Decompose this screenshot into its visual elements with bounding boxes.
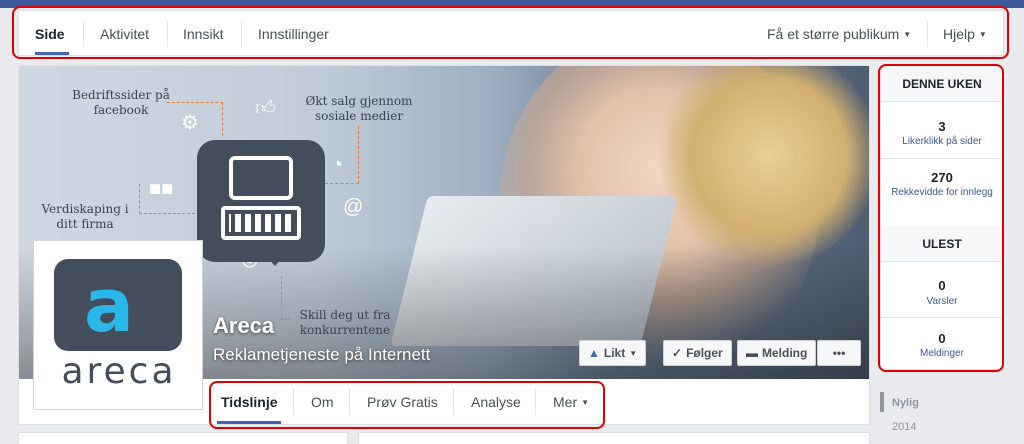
message-button[interactable]: ▬ Melding <box>737 340 817 366</box>
areca-logo-mark: a <box>84 263 134 349</box>
gear-icon: ⚙ <box>181 112 199 134</box>
follow-label: Følger <box>686 346 723 360</box>
bubble-tail <box>259 248 291 266</box>
thumbs-up-icon: 👍︎ <box>255 97 276 119</box>
monitor-keyboard <box>221 206 301 240</box>
timeline-card <box>358 432 870 444</box>
computer-speech-bubble-icon <box>197 140 325 266</box>
caret-down-icon: ▼ <box>629 348 638 358</box>
page-category[interactable]: Reklametjeneste på Internett <box>213 345 430 365</box>
checkmark-icon: ✓ <box>672 346 683 360</box>
more-dots-icon: ••• <box>832 346 846 360</box>
like-label: Likt <box>603 346 626 360</box>
more-options-button[interactable]: ••• <box>817 340 861 366</box>
at-sign-icon: @ <box>343 196 364 218</box>
highlight-top-nav <box>12 6 1009 59</box>
info-skill-deg: Skill deg ut fra konkurrentene <box>299 308 391 337</box>
areca-logo: a <box>54 259 182 351</box>
highlight-page-tabs <box>209 381 605 429</box>
page-header: Bedriftssider på facebook Økt salg gjenn… <box>18 65 870 425</box>
info-bedriftssider: Bedriftssider på facebook <box>72 88 170 117</box>
year-nylig[interactable]: Nylig <box>892 397 919 409</box>
rss-icon: ◔ <box>331 154 344 176</box>
monitor-screen <box>229 156 293 200</box>
people-icon: ■■ <box>149 178 174 200</box>
page-name[interactable]: Areca <box>213 313 274 339</box>
follow-button[interactable]: ✓ Følger <box>663 340 732 366</box>
like-button[interactable]: ▲ Likt ▼ <box>579 340 647 366</box>
highlight-stats-sidebar <box>878 64 1004 372</box>
info-okt-salg: Økt salg gjennom sosiale medier <box>305 94 413 123</box>
left-column-card <box>18 432 348 444</box>
dashed-connector <box>281 276 291 320</box>
message-icon: ▬ <box>746 346 758 360</box>
thumbs-up-icon: ▲ <box>588 346 600 360</box>
message-label: Melding <box>762 346 808 360</box>
years-active-indicator <box>880 392 884 412</box>
info-verdiskaping: Verdiskaping i ditt firma <box>41 202 129 231</box>
year-2014[interactable]: 2014 <box>892 421 916 433</box>
